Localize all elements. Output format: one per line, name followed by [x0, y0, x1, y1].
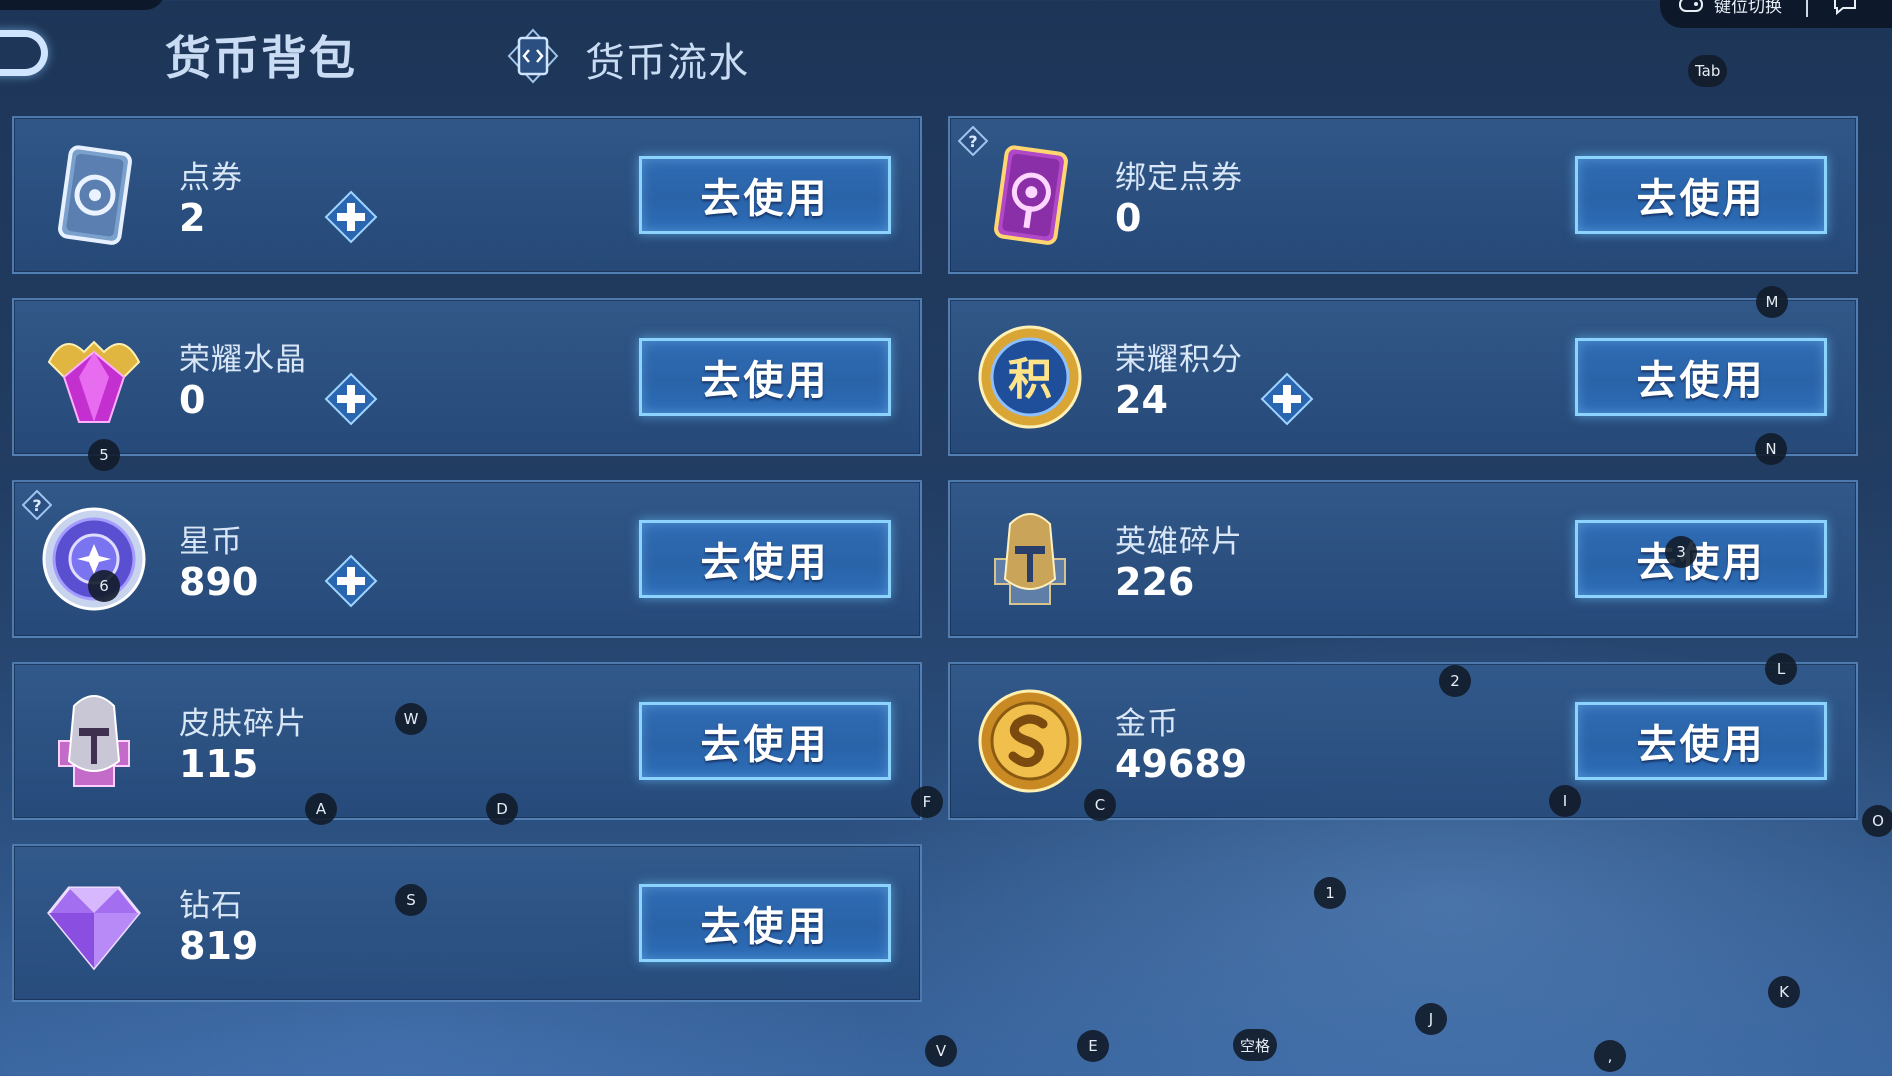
glory-points-icon: 积 — [975, 322, 1085, 432]
help-icon[interactable]: ? — [957, 125, 989, 157]
key-hint-w: W — [395, 703, 427, 735]
gold-coin-icon — [975, 686, 1085, 796]
currency-card: 荣耀水晶 0 去使用 — [12, 298, 922, 456]
key-hint-k: K — [1768, 976, 1800, 1008]
voucher-card-icon — [39, 140, 149, 250]
key-hint-3: 3 — [1665, 536, 1697, 568]
key-hint-2: 2 — [1439, 665, 1471, 697]
tab-currency-backpack[interactable]: 货币背包 — [165, 22, 357, 88]
currency-name: 绑定点券 — [1115, 160, 1243, 196]
svg-text:?: ? — [968, 132, 977, 151]
currency-name: 金币 — [1115, 706, 1179, 742]
key-hint-s: S — [395, 884, 427, 916]
currency-name: 皮肤碎片 — [179, 706, 307, 742]
key-hint-a: A — [305, 793, 337, 825]
key-hint-comma: , — [1594, 1040, 1626, 1072]
currency-card: 金币 49689 去使用 — [948, 662, 1858, 820]
currency-amount: 819 — [179, 924, 259, 968]
key-switch-label: 键位切换 — [1714, 0, 1782, 17]
currency-amount: 115 — [179, 742, 259, 786]
currency-card: 积 荣耀积分 24 去使用 — [948, 298, 1858, 456]
currency-card: ? 星币 890 去使用 — [12, 480, 922, 638]
currency-card: 点券 2 去使用 — [12, 116, 922, 274]
hero-fragment-icon — [975, 504, 1085, 614]
tab-currency-flow[interactable]: 货币流水 — [585, 30, 749, 88]
key-hint-space: 空格 — [1233, 1029, 1278, 1061]
key-hint-e: E — [1077, 1030, 1109, 1062]
currency-name: 英雄碎片 — [1115, 524, 1243, 560]
currency-card: ? 绑定点券 0 去使用 — [948, 116, 1858, 274]
currency-amount: 49689 — [1115, 742, 1248, 786]
key-hint-v: V — [925, 1035, 957, 1067]
use-button[interactable]: 去使用 — [1575, 702, 1827, 780]
currency-amount: 0 — [1115, 196, 1142, 240]
add-currency-button[interactable] — [324, 554, 378, 608]
key-hint-j: J — [1415, 1003, 1447, 1035]
currency-amount: 24 — [1115, 378, 1168, 422]
use-button[interactable]: 去使用 — [639, 156, 891, 234]
use-button[interactable]: 去使用 — [639, 884, 891, 962]
key-hint-d: D — [486, 793, 518, 825]
key-switch-pill[interactable]: 键位切换 — [1660, 0, 1892, 28]
key-hint-c: C — [1084, 789, 1116, 821]
key-hint-f: F — [911, 786, 943, 818]
gamepad-icon — [1679, 0, 1703, 12]
currency-card: 皮肤碎片 115 去使用 — [12, 662, 922, 820]
key-hint-1: 1 — [1314, 877, 1346, 909]
currency-name: 钻石 — [179, 888, 243, 924]
add-currency-button[interactable] — [324, 372, 378, 426]
currency-name: 荣耀积分 — [1115, 342, 1243, 378]
key-hint-tab: Tab — [1688, 55, 1728, 87]
add-currency-button[interactable] — [324, 190, 378, 244]
use-button[interactable]: 去使用 — [1575, 156, 1827, 234]
key-hint-l: L — [1765, 653, 1797, 685]
key-hint-5: 5 — [88, 439, 120, 471]
currency-name: 点券 — [179, 160, 243, 196]
currency-amount: 2 — [179, 196, 206, 240]
key-hint-i: I — [1549, 785, 1581, 817]
currency-amount: 890 — [179, 560, 259, 604]
key-hint-m: M — [1756, 286, 1788, 318]
divider — [1806, 0, 1808, 17]
add-currency-button[interactable] — [1260, 372, 1314, 426]
skin-fragment-icon — [39, 686, 149, 796]
currency-amount: 0 — [179, 378, 206, 422]
glory-crystal-icon — [39, 322, 149, 432]
use-button[interactable]: 去使用 — [1575, 520, 1827, 598]
diamond-icon — [39, 868, 149, 978]
key-hint-o: O — [1862, 805, 1892, 837]
key-hint-n: N — [1755, 433, 1787, 465]
bound-voucher-card-icon — [975, 140, 1085, 250]
use-button[interactable]: 去使用 — [639, 338, 891, 416]
back-button[interactable] — [0, 30, 48, 76]
top-left-overlay — [0, 0, 165, 10]
currency-amount: 226 — [1115, 560, 1195, 604]
use-button[interactable]: 去使用 — [639, 520, 891, 598]
currency-name: 星币 — [179, 524, 243, 560]
currency-card: 钻石 819 去使用 — [12, 844, 922, 1002]
svg-text:?: ? — [32, 496, 41, 515]
glory-points-glyph: 积 — [1008, 354, 1052, 405]
key-hint-6: 6 — [88, 570, 120, 602]
currency-flow-icon[interactable] — [505, 28, 561, 84]
use-button[interactable]: 去使用 — [639, 702, 891, 780]
chat-icon[interactable] — [1832, 0, 1858, 15]
currency-name: 荣耀水晶 — [179, 342, 307, 378]
currency-card: 英雄碎片 226 去使用 — [948, 480, 1858, 638]
use-button[interactable]: 去使用 — [1575, 338, 1827, 416]
help-icon[interactable]: ? — [21, 489, 53, 521]
